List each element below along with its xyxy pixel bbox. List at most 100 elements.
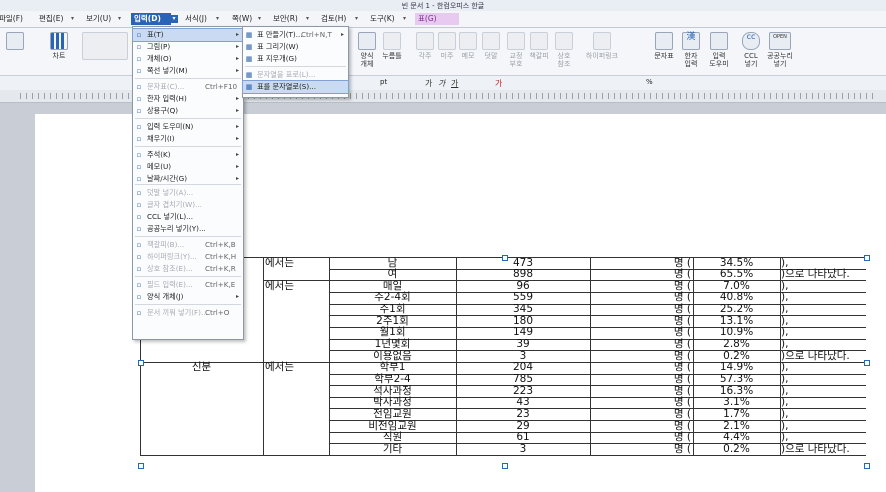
menu-format[interactable]: 서식(J)	[182, 13, 210, 25]
table-submenu-item[interactable]: ▦ 표를 문자열로(S)...	[242, 80, 349, 94]
insert-menu-item[interactable]: ▫ 표(T) ▸	[132, 28, 244, 42]
click-field-button[interactable]: 누름틀	[380, 32, 404, 60]
font-color-icon[interactable]: 가	[495, 78, 502, 89]
table-submenu-item[interactable]: ▦ 표 그리기(W)	[243, 41, 348, 53]
chevron-down-icon[interactable]: ▾	[71, 15, 78, 23]
chevron-down-icon[interactable]: ▾	[306, 15, 313, 23]
ribbon-button[interactable]: 교정 부호	[505, 32, 527, 68]
ribbon-button[interactable]: 덧말	[481, 32, 501, 60]
resize-handle[interactable]	[864, 463, 870, 469]
menu-security[interactable]: 보안(R)	[270, 13, 301, 25]
table-cell-ending	[265, 315, 329, 327]
insert-menu-item[interactable]: ▫ 상용구(Q) ▸	[133, 105, 243, 117]
insert-menu-item[interactable]: ▫ 주석(K) ▸	[133, 149, 243, 161]
insert-menu-item[interactable]: ▫ 책갈피(B)... Ctrl+K,B	[133, 239, 243, 251]
resize-handle[interactable]	[502, 463, 508, 469]
ribbon-button[interactable]: cc CCL 넣기	[740, 32, 762, 68]
form-object-button[interactable]: 양식 개체	[355, 32, 379, 68]
menu-insert[interactable]: 입력(D)	[131, 13, 171, 25]
insert-menu-item[interactable]: ▫ 글자 겹치기(W)...	[133, 199, 243, 211]
insert-menu-item[interactable]: ▫ CCL 넣기(L)...	[133, 211, 243, 223]
resize-handle[interactable]	[864, 360, 870, 366]
ribbon-button[interactable]: 하이퍼링크	[585, 32, 619, 60]
menu-table[interactable]: 표(G)	[415, 13, 459, 25]
menu-edit[interactable]: 편집(E)	[36, 13, 66, 25]
chevron-down-icon[interactable]: ▾	[403, 15, 410, 23]
menu-view[interactable]: 보기(U)	[83, 13, 114, 25]
table-submenu-item[interactable]: ▦ 문자열을 표로(L)...	[243, 69, 348, 81]
insert-menu-item[interactable]: ▫ 상호 참조(E)... Ctrl+K,R	[133, 263, 243, 275]
insert-menu-item[interactable]: ▫ 공공누리 넣기(Y)...	[133, 223, 243, 235]
ribbon-button[interactable]: 문자표	[652, 32, 676, 60]
table-submenu-item[interactable]: ▦ 표 만들기(T)... Ctrl+N,T ▸	[243, 29, 348, 41]
ribbon-button[interactable]: 상호 참조	[553, 32, 575, 68]
insert-menu-item[interactable]: ▫ 입력 도우미(N) ▸	[133, 121, 243, 133]
insert-menu-item[interactable]: ▫ 덧말 넣기(A)...	[133, 187, 243, 199]
chevron-down-icon[interactable]: ▾	[118, 15, 125, 23]
menu-item-icon: ▫	[136, 107, 142, 115]
resize-handle[interactable]	[138, 360, 144, 366]
chart-button[interactable]: 차트	[46, 32, 72, 60]
table-cell-tail: ),	[781, 256, 789, 269]
ribbon-button[interactable]: OPEN 공공누리 넣기	[765, 32, 795, 68]
menu-item-shortcut: Ctrl+K,H	[205, 252, 237, 261]
chevron-down-icon[interactable]: ▾	[216, 15, 223, 23]
resize-handle[interactable]	[502, 255, 508, 261]
insert-menu-item[interactable]: ▫ 문서 끼워 넣기(F)... Ctrl+O	[133, 307, 243, 319]
menu-item-label: 상호 참조(E)...	[147, 264, 193, 273]
menu-page[interactable]: 쪽(W)	[229, 13, 255, 25]
menu-review[interactable]: 검토(H)	[318, 13, 349, 25]
zoom-percent[interactable]: %	[646, 78, 653, 86]
chevron-right-icon: ▸	[235, 95, 239, 102]
ribbon-button[interactable]: 각주	[415, 32, 435, 60]
insert-menu-item[interactable]: ▫ 문자표(C)... Ctrl+F10	[133, 81, 243, 93]
table-cell-group	[140, 350, 263, 362]
insert-menu-item[interactable]: ▫ 채우기(I) ▸	[133, 133, 243, 145]
insert-menu-item[interactable]: ▫ 메모(U) ▸	[133, 161, 243, 173]
ribbon-button-icon	[530, 32, 548, 50]
insert-menu-item[interactable]: ▫ 쪽선 넣기(M) ▸	[133, 65, 243, 77]
table-cell-pct: 3.1%	[723, 396, 750, 409]
chevron-down-icon[interactable]: ▾	[355, 15, 362, 23]
table-cell-pct: 0.2%	[723, 349, 750, 362]
ribbon-button-label: 하이퍼링크	[585, 52, 619, 60]
chevron-down-icon[interactable]: ▾	[258, 15, 265, 23]
ribbon-button[interactable]: 미주	[437, 32, 457, 60]
ribbon-button-label: 입력 도우미	[709, 52, 729, 68]
ribbon-button[interactable]: 책갈피	[528, 32, 550, 60]
table-cell-item: 주2-4회	[374, 291, 411, 304]
window-title: 빈 문서 1 - 한컴오피스 한글	[401, 2, 485, 10]
table-cell-ending	[265, 268, 329, 280]
resize-handle[interactable]	[864, 255, 870, 261]
unit-select[interactable]: pt	[380, 78, 387, 86]
resize-handle[interactable]	[138, 463, 144, 469]
table-submenu-item[interactable]: ▦ 표 지우개(G)	[243, 53, 348, 65]
ribbon-button[interactable]: 메모	[458, 32, 478, 60]
insert-menu-item[interactable]: ▫ 필드 입력(E)... Ctrl+K,E	[133, 279, 243, 291]
menu-item-shortcut: Ctrl+K,R	[205, 264, 236, 273]
table-tool-button[interactable]	[2, 32, 28, 52]
ribbon-button[interactable]: 입력 도우미	[705, 32, 733, 68]
table-cell-pct: 4.4%	[723, 431, 750, 444]
ribbon-button-label: 교정 부호	[509, 52, 523, 68]
table-cell-pct: 2.1%	[723, 419, 750, 432]
chevron-down-icon[interactable]: ▾	[170, 15, 178, 23]
insert-menu-item[interactable]: ▫ 한자 입력(H) ▸	[133, 93, 243, 105]
insert-menu-item[interactable]: ▫ 날짜/시간(G) ▸	[133, 173, 243, 185]
menu-item-label: 표 그리기(W)	[257, 42, 299, 51]
insert-menu-item[interactable]: ▫ 개체(O) ▸	[133, 53, 243, 65]
underline-icon[interactable]: 가	[451, 78, 458, 89]
menu-item-icon: ▫	[136, 163, 142, 171]
menu-item-label: 문자열을 표로(L)...	[257, 70, 316, 79]
table-cell-item: 2주1회	[376, 314, 409, 327]
insert-menu-item[interactable]: ▫ 하이퍼링크(Y)... Ctrl+K,H	[133, 251, 243, 263]
insert-menu-item[interactable]: ▫ 양식 개체(J) ▸	[133, 291, 243, 303]
insert-menu-item[interactable]: ▫ 그림(P) ▸	[133, 41, 243, 53]
ribbon-button[interactable]: 漢 한자 입력	[678, 32, 704, 68]
italic-icon[interactable]: 가	[438, 78, 445, 89]
bold-icon[interactable]: 가	[425, 78, 432, 89]
shapes-gallery[interactable]	[82, 32, 128, 62]
menu-tools[interactable]: 도구(K)	[367, 13, 398, 25]
menu-file[interactable]: 파일(F)	[0, 13, 26, 25]
table-cell-ending: 에서는	[265, 256, 294, 269]
